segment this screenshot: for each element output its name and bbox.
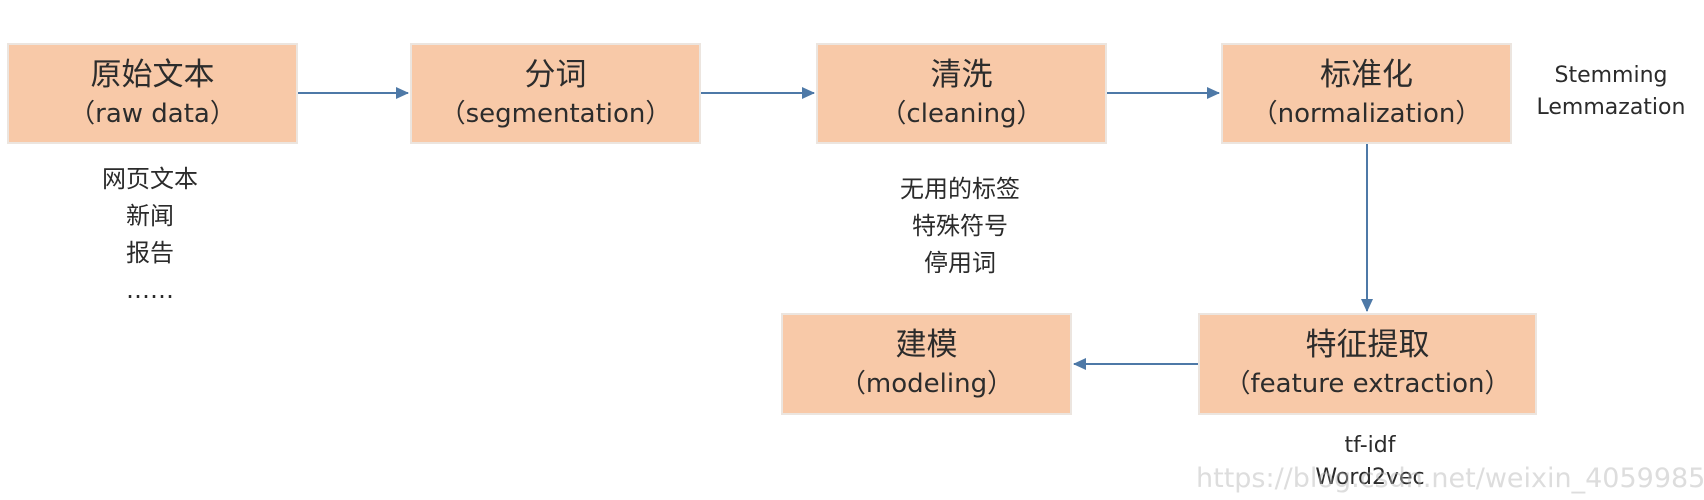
raw-data-subtitle: （raw data） (69, 98, 236, 129)
feature-extraction-subtitle: （feature extraction） (1224, 369, 1511, 399)
cleaning-subtitle: （cleaning） (880, 98, 1043, 129)
modeling-title: 建模 (895, 327, 958, 363)
note-stemming: Stemming (1554, 63, 1668, 88)
raw-data-notes: 网页文本 新闻 报告 …… (60, 161, 240, 309)
normalization-subtitle: （normalization） (1251, 98, 1482, 129)
note-lemmazation: Lemmazation (1536, 95, 1686, 120)
normalization-notes: Stemming Lemmazation (1522, 60, 1700, 124)
normalization-title: 标准化 (1320, 56, 1413, 93)
segmentation-box: 分词 （segmentation） (410, 43, 701, 144)
watermark-url: https://blog.csdn.net/weixin_40599858 (1196, 463, 1704, 494)
raw-data-title: 原始文本 (90, 56, 215, 93)
raw-data-box: 原始文本 （raw data） (7, 43, 298, 144)
note-useless-tags: 无用的标签 (900, 175, 1020, 203)
note-web-text: 网页文本 (102, 165, 198, 193)
note-tf-idf: tf-idf (1344, 433, 1396, 458)
segmentation-title: 分词 (524, 56, 587, 93)
segmentation-subtitle: （segmentation） (439, 98, 672, 129)
cleaning-notes: 无用的标签 特殊符号 停用词 (870, 171, 1050, 282)
normalization-box: 标准化 （normalization） (1221, 43, 1512, 144)
feature-extraction-box: 特征提取 （feature extraction） (1198, 313, 1537, 415)
note-special-symbols: 特殊符号 (912, 212, 1008, 240)
note-reports: 报告 (126, 239, 174, 267)
note-ellipsis: …… (126, 276, 174, 304)
modeling-subtitle: （modeling） (839, 369, 1014, 399)
cleaning-box: 清洗 （cleaning） (816, 43, 1107, 144)
feature-extraction-title: 特征提取 (1305, 327, 1430, 363)
note-stop-words: 停用词 (924, 249, 996, 277)
note-news: 新闻 (126, 202, 174, 230)
modeling-box: 建模 （modeling） (781, 313, 1072, 415)
cleaning-title: 清洗 (930, 56, 993, 93)
